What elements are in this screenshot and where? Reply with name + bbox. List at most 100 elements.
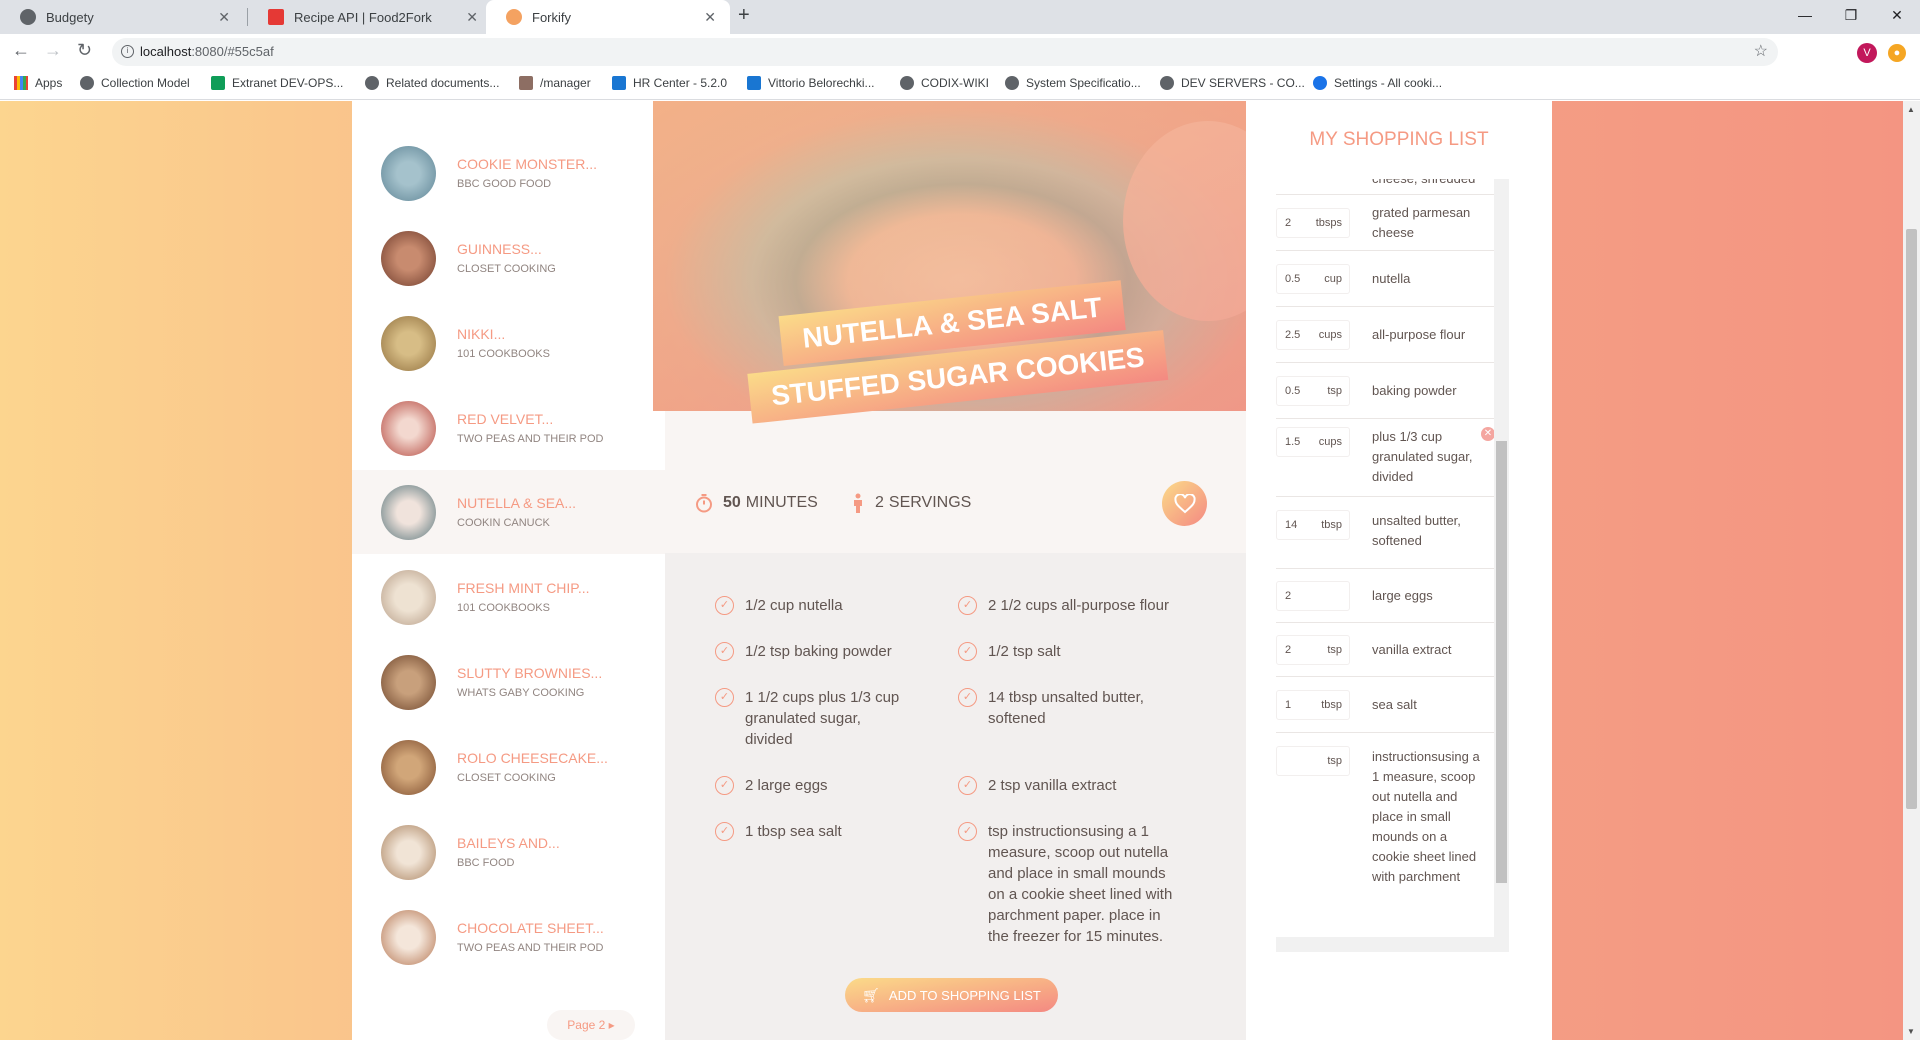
tab-budgety[interactable]: Budgety ✕	[0, 0, 244, 34]
delete-item-icon[interactable]: ✕	[1481, 427, 1495, 441]
shopping-list[interactable]: cheese, shredded 2 tbsps grated parmesan …	[1276, 179, 1509, 952]
scrollbar-thumb[interactable]	[1496, 441, 1507, 883]
quantity-input[interactable]: 14 tbsp	[1276, 510, 1350, 540]
close-window-button[interactable]: ✕	[1874, 0, 1920, 30]
triangle-right-icon: ▸	[608, 1018, 615, 1032]
bookmark-apps[interactable]: Apps	[14, 76, 62, 90]
back-icon[interactable]: ←	[12, 40, 30, 61]
recipe-thumbnail	[381, 824, 436, 880]
ingredient-text: 2 large eggs	[745, 777, 828, 794]
quantity-value: 0.5	[1285, 273, 1301, 285]
heart-outline-icon	[1173, 493, 1196, 513]
close-icon[interactable]: ✕	[466, 9, 478, 26]
bookmark-item[interactable]: Extranet DEV-OPS...	[211, 76, 343, 90]
shopping-item: 0.5 cup nutella	[1276, 251, 1495, 307]
extension-icon[interactable]: ●	[1888, 44, 1906, 62]
check-icon: ✓	[958, 776, 977, 795]
close-icon[interactable]: ✕	[218, 9, 230, 26]
globe-icon	[900, 76, 914, 90]
restore-button[interactable]: ❐	[1828, 0, 1874, 30]
quantity-input[interactable]: 2 tsp	[1276, 635, 1350, 665]
bookmark-item[interactable]: /manager	[519, 76, 591, 90]
scrollbar-thumb[interactable]	[1906, 229, 1917, 809]
globe-icon	[20, 9, 36, 25]
page-scrollbar[interactable]: ▲ ▼	[1903, 101, 1920, 1040]
result-item[interactable]: FRESH MINT CHIP... 101 COOKBOOKS	[352, 555, 665, 639]
bookmark-item[interactable]: Related documents...	[365, 76, 499, 90]
recipe-minutes: 50	[723, 494, 741, 511]
result-author: CLOSET COOKING	[457, 772, 556, 784]
unit-label: tbsps	[1315, 217, 1342, 229]
result-item[interactable]: GUINNESS... CLOSET COOKING	[352, 216, 665, 300]
quantity-value: 1.5	[1285, 436, 1301, 448]
shopping-list-scrollbar[interactable]	[1494, 179, 1509, 952]
result-author: COOKIN CANUCK	[457, 517, 550, 529]
bookmark-label: /manager	[540, 76, 591, 90]
tab-food2fork[interactable]: Recipe API | Food2Fork ✕	[248, 0, 492, 34]
bookmark-item[interactable]: Settings - All cooki...	[1313, 76, 1442, 90]
result-item[interactable]: CHOCOLATE SHEET... TWO PEAS AND THEIR POD	[352, 895, 665, 979]
tab-forkify[interactable]: Forkify ✕	[486, 0, 730, 34]
minimize-button[interactable]: —	[1782, 0, 1828, 30]
shopping-item-description: plus 1/3 cup granulated sugar, divided	[1372, 429, 1473, 484]
bookmark-item[interactable]: Vittorio Belorechki...	[747, 76, 875, 90]
result-title: NUTELLA & SEA...	[457, 495, 577, 511]
address-bar[interactable]: i localhost:8080/#55c5af ☆	[112, 38, 1778, 66]
quantity-input[interactable]: 0.5 cup	[1276, 264, 1350, 294]
bookmark-star-icon[interactable]: ☆	[1754, 38, 1768, 66]
ingredient-item: ✓ 14 tbsp unsalted butter, softened	[958, 687, 1173, 729]
quantity-input[interactable]: 2	[1276, 581, 1350, 611]
new-tab-button[interactable]: +	[738, 4, 750, 27]
result-title: BAILEYS AND...	[457, 835, 560, 851]
result-author: BBC FOOD	[457, 857, 515, 869]
globe-icon	[365, 76, 379, 90]
scroll-down-icon[interactable]: ▼	[1907, 1027, 1915, 1036]
result-item[interactable]: BAILEYS AND... BBC FOOD	[352, 810, 665, 894]
like-button[interactable]	[1162, 481, 1207, 526]
quantity-input[interactable]: 2.5 cups	[1276, 320, 1350, 350]
quantity-input[interactable]: 2 tbsps	[1276, 208, 1350, 238]
close-icon[interactable]: ✕	[704, 9, 716, 26]
tab-title: Forkify	[532, 9, 571, 25]
next-page-button[interactable]: Page 2 ▸	[547, 1010, 635, 1040]
quantity-input[interactable]: tsp	[1276, 746, 1350, 776]
forward-icon[interactable]: →	[44, 40, 62, 61]
quantity-input[interactable]: 0.5 tsp	[1276, 376, 1350, 406]
result-item-active[interactable]: NUTELLA & SEA... COOKIN CANUCK	[352, 470, 665, 554]
search-results: COOKIE MONSTER... BBC GOOD FOOD GUINNESS.…	[352, 101, 665, 1040]
ingredient-text: 2 tsp vanilla extract	[988, 777, 1117, 794]
ingredient-item: ✓ 2 tsp vanilla extract	[958, 775, 1198, 796]
bookmark-item[interactable]: CODIX-WIKI	[900, 76, 989, 90]
result-item[interactable]: COOKIE MONSTER... BBC GOOD FOOD	[352, 131, 665, 215]
result-item[interactable]: NIKKI... 101 COOKBOOKS	[352, 301, 665, 385]
result-item[interactable]: SLUTTY BROWNIES... WHATS GABY COOKING	[352, 640, 665, 724]
recipe-time: 50 MINUTES	[695, 493, 818, 513]
shopping-list-horizontal-scrollbar[interactable]	[1276, 937, 1494, 952]
profile-avatar[interactable]: V	[1857, 43, 1877, 63]
bookmark-item[interactable]: Collection Model	[80, 76, 190, 90]
bookmark-item[interactable]: HR Center - 5.2.0	[612, 76, 727, 90]
add-to-shopping-list-button[interactable]: 🛒︎ ADD TO SHOPPING LIST	[845, 978, 1058, 1012]
confluence-icon	[612, 76, 626, 90]
result-item[interactable]: ROLO CHEESECAKE... CLOSET COOKING	[352, 725, 665, 809]
result-author: 101 COOKBOOKS	[457, 348, 550, 360]
shopping-item-description: all-purpose flour	[1372, 327, 1466, 342]
check-icon: ✓	[715, 822, 734, 841]
bookmark-item[interactable]: System Specificatio...	[1005, 76, 1141, 90]
food2fork-icon	[268, 9, 284, 25]
recipe-panel: NUTELLA & SEA SALT STUFFED SUGAR COOKIES…	[653, 101, 1247, 1040]
ingredient-item: ✓ 1/2 tsp salt	[958, 641, 1198, 662]
info-icon[interactable]: i	[121, 45, 134, 58]
quantity-input[interactable]: 1.5 cups	[1276, 427, 1350, 457]
check-icon: ✓	[715, 596, 734, 615]
bookmark-item[interactable]: DEV SERVERS - CO...	[1160, 76, 1305, 90]
scroll-up-icon[interactable]: ▲	[1907, 105, 1915, 114]
reload-icon[interactable]: ↻	[77, 40, 92, 61]
check-icon: ✓	[715, 642, 734, 661]
result-item[interactable]: RED VELVET... TWO PEAS AND THEIR POD	[352, 386, 665, 470]
ingredient-text: 1 1/2 cups plus 1/3 cup granulated sugar…	[745, 689, 900, 748]
bookmark-label: HR Center - 5.2.0	[633, 76, 728, 90]
quantity-input[interactable]: 1 tbsp	[1276, 690, 1350, 720]
shopping-item: 1.5 cups plus 1/3 cup granulated sugar, d…	[1276, 419, 1495, 497]
result-author: CLOSET COOKING	[457, 263, 556, 275]
